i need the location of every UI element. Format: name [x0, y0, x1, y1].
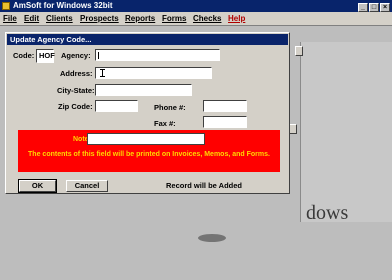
fax-field[interactable] — [203, 116, 247, 128]
record-status: Record will be Added — [166, 181, 242, 190]
background-scroll-button[interactable] — [289, 124, 297, 134]
menu-forms[interactable]: Forms — [162, 13, 186, 24]
code-label: Code: — [13, 51, 35, 60]
maximize-button[interactable]: □ — [369, 3, 379, 12]
background-window — [289, 42, 392, 222]
menu-reports[interactable]: Reports — [125, 13, 155, 24]
zip-code-field[interactable] — [95, 100, 138, 112]
city-state-label: City-State: — [57, 86, 95, 95]
app-icon — [2, 2, 10, 10]
close-button[interactable]: × — [380, 3, 390, 12]
note-field[interactable] — [87, 133, 205, 145]
address-field[interactable] — [95, 67, 212, 79]
phone-label: Phone #: — [154, 103, 186, 112]
app-title-bar: AmSoft for Windows 32bit _ □ × — [0, 0, 392, 12]
app-title: AmSoft for Windows 32bit — [13, 1, 113, 10]
background-scroll-button-top[interactable] — [295, 46, 303, 56]
ok-button[interactable]: OK — [18, 179, 57, 193]
fax-label: Fax #: — [154, 119, 176, 128]
text-caret — [98, 52, 99, 59]
dialog-title: Update Agency Code... — [7, 34, 288, 45]
minimize-button[interactable]: _ — [358, 3, 368, 12]
menu-help[interactable]: Help — [228, 13, 245, 24]
note-panel: Note: The contents of this field will be… — [18, 130, 280, 172]
menu-prospects[interactable]: Prospects — [80, 13, 119, 24]
background-shadow — [198, 234, 226, 242]
menu-edit[interactable]: Edit — [24, 13, 39, 24]
cancel-button[interactable]: Cancel — [66, 180, 108, 192]
code-field[interactable]: HOF — [36, 49, 55, 63]
city-state-field[interactable] — [95, 84, 192, 96]
address-label: Address: — [60, 69, 93, 78]
menu-checks[interactable]: Checks — [193, 13, 221, 24]
update-agency-dialog: Update Agency Code... Code: HOF Agency: … — [5, 32, 290, 194]
zip-code-label: Zip Code: — [58, 102, 93, 111]
agency-label: Agency: — [61, 51, 91, 60]
phone-field[interactable] — [203, 100, 247, 112]
watermark-text: dows — [306, 202, 349, 224]
menu-clients[interactable]: Clients — [46, 13, 73, 24]
menu-bar: File Edit Clients Prospects Reports Form… — [0, 12, 392, 26]
note-message: The contents of this field will be print… — [28, 151, 270, 158]
menu-file[interactable]: File — [3, 13, 17, 24]
ibeam-cursor-icon — [100, 69, 105, 77]
agency-field[interactable] — [95, 49, 220, 61]
